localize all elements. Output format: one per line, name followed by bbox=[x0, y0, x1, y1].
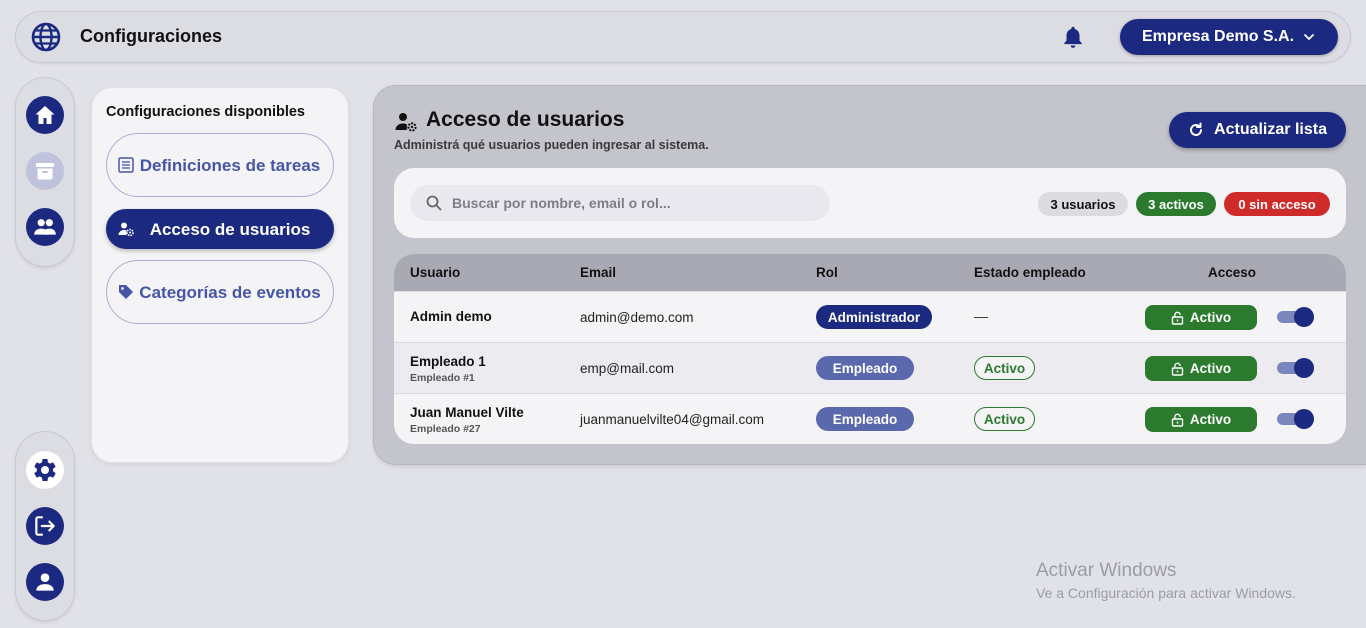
config-panel: Configuraciones disponibles Definiciones… bbox=[92, 88, 348, 462]
globe-icon[interactable] bbox=[30, 21, 62, 53]
config-item-label: Acceso de usuarios bbox=[149, 219, 311, 239]
employee-status-badge: Activo bbox=[974, 407, 1035, 431]
role-badge: Empleado bbox=[816, 407, 914, 431]
search-icon bbox=[426, 195, 442, 211]
column-header-role: Rol bbox=[816, 265, 838, 280]
table-row: Admin demo admin@demo.com Administrador … bbox=[394, 291, 1346, 342]
user-subtitle: Empleado #27 bbox=[410, 423, 481, 435]
bell-icon[interactable] bbox=[1060, 24, 1086, 50]
page-title: Configuraciones bbox=[80, 26, 223, 46]
company-label: Empresa Demo S.A. bbox=[1141, 28, 1295, 45]
settings-button[interactable] bbox=[26, 451, 64, 489]
access-toggle[interactable] bbox=[1277, 307, 1314, 327]
windows-activation-hint: Ve a Configuración para activar Windows. bbox=[1036, 585, 1296, 601]
active-count-badge: 3 activos bbox=[1136, 192, 1216, 216]
table-row: Juan Manuel Vilte Empleado #27 juanmanue… bbox=[394, 393, 1346, 444]
archive-button[interactable] bbox=[26, 152, 64, 190]
user-name: Juan Manuel Vilte bbox=[410, 405, 524, 420]
user-email: emp@mail.com bbox=[580, 361, 674, 376]
user-gear-icon bbox=[395, 113, 417, 132]
access-status-label: Activo bbox=[1189, 310, 1232, 325]
column-header-email: Email bbox=[580, 265, 617, 280]
column-header-access: Acceso bbox=[1208, 265, 1257, 280]
home-button[interactable] bbox=[26, 96, 64, 134]
search-box[interactable] bbox=[410, 185, 830, 221]
users-count-badge: 3 usuarios bbox=[1038, 192, 1128, 216]
gear-icon bbox=[34, 459, 56, 481]
search-card: 3 usuarios 3 activos 0 sin acceso bbox=[394, 168, 1346, 238]
config-item-label: Categorías de eventos bbox=[139, 282, 321, 302]
config-item-user-access[interactable]: Acceso de usuarios bbox=[106, 209, 334, 249]
role-badge: Administrador bbox=[816, 305, 932, 329]
user-name: Empleado 1 bbox=[410, 354, 486, 369]
user-email: juanmanuelvilte04@gmail.com bbox=[580, 412, 765, 427]
access-status-badge: Activo bbox=[1145, 356, 1257, 381]
logout-icon bbox=[35, 516, 55, 536]
toggle-knob bbox=[1294, 358, 1314, 378]
refresh-icon bbox=[1190, 122, 1203, 136]
column-header-employee-status: Estado empleado bbox=[974, 265, 1086, 280]
config-item-label: Definiciones de tareas bbox=[139, 155, 321, 175]
column-header-user: Usuario bbox=[410, 265, 461, 280]
search-input[interactable] bbox=[452, 195, 812, 211]
access-toggle[interactable] bbox=[1277, 409, 1314, 429]
user-subtitle: Empleado #1 bbox=[410, 372, 475, 384]
nav-rail-bottom bbox=[16, 432, 74, 620]
people-icon bbox=[34, 219, 56, 235]
lock-open-icon bbox=[1171, 311, 1184, 325]
user-email: admin@demo.com bbox=[580, 310, 694, 325]
access-status-badge: Activo bbox=[1145, 305, 1257, 330]
config-heading: Configuraciones disponibles bbox=[106, 104, 305, 120]
nav-rail-top bbox=[16, 78, 74, 266]
refresh-label: Actualizar lista bbox=[1214, 121, 1327, 138]
role-badge: Empleado bbox=[816, 356, 914, 380]
logout-button[interactable] bbox=[26, 507, 64, 545]
section-title: Acceso de usuarios bbox=[426, 108, 625, 131]
users-button[interactable] bbox=[26, 208, 64, 246]
chevron-down-icon bbox=[1304, 34, 1314, 40]
tag-icon bbox=[119, 285, 133, 299]
toggle-knob bbox=[1294, 409, 1314, 429]
lock-open-icon bbox=[1171, 413, 1184, 427]
access-toggle[interactable] bbox=[1277, 358, 1314, 378]
table-header: Usuario Email Rol Estado empleado Acceso bbox=[394, 254, 1346, 291]
main-panel: Acceso de usuarios Administrá qué usuari… bbox=[374, 86, 1366, 464]
windows-activation-title: Activar Windows bbox=[1036, 560, 1177, 581]
top-bar: Configuraciones Empresa Demo S.A. bbox=[16, 12, 1350, 62]
refresh-list-button[interactable]: Actualizar lista bbox=[1169, 112, 1346, 148]
access-status-label: Activo bbox=[1189, 412, 1232, 427]
section-subtitle: Administrá qué usuarios pueden ingresar … bbox=[394, 138, 709, 152]
profile-button[interactable] bbox=[26, 563, 64, 601]
company-selector[interactable]: Empresa Demo S.A. bbox=[1120, 19, 1338, 55]
user-name: Admin demo bbox=[410, 309, 492, 324]
archive-icon bbox=[36, 163, 54, 180]
access-status-badge: Activo bbox=[1145, 407, 1257, 432]
home-icon bbox=[35, 106, 55, 124]
config-item-event-categories[interactable]: Categorías de eventos bbox=[106, 260, 334, 324]
users-table: Usuario Email Rol Estado empleado Acceso… bbox=[394, 254, 1346, 444]
access-status-label: Activo bbox=[1189, 361, 1232, 376]
list-icon bbox=[118, 157, 134, 173]
config-item-task-definitions[interactable]: Definiciones de tareas bbox=[106, 133, 334, 197]
toggle-knob bbox=[1294, 307, 1314, 327]
employee-status-badge: Activo bbox=[974, 356, 1035, 380]
table-row: Empleado 1 Empleado #1 emp@mail.com Empl… bbox=[394, 342, 1346, 393]
employee-status: — bbox=[974, 308, 988, 324]
user-gear-icon bbox=[118, 222, 134, 237]
lock-open-icon bbox=[1171, 362, 1184, 376]
user-icon bbox=[36, 573, 54, 591]
no-access-count-badge: 0 sin acceso bbox=[1224, 192, 1330, 216]
